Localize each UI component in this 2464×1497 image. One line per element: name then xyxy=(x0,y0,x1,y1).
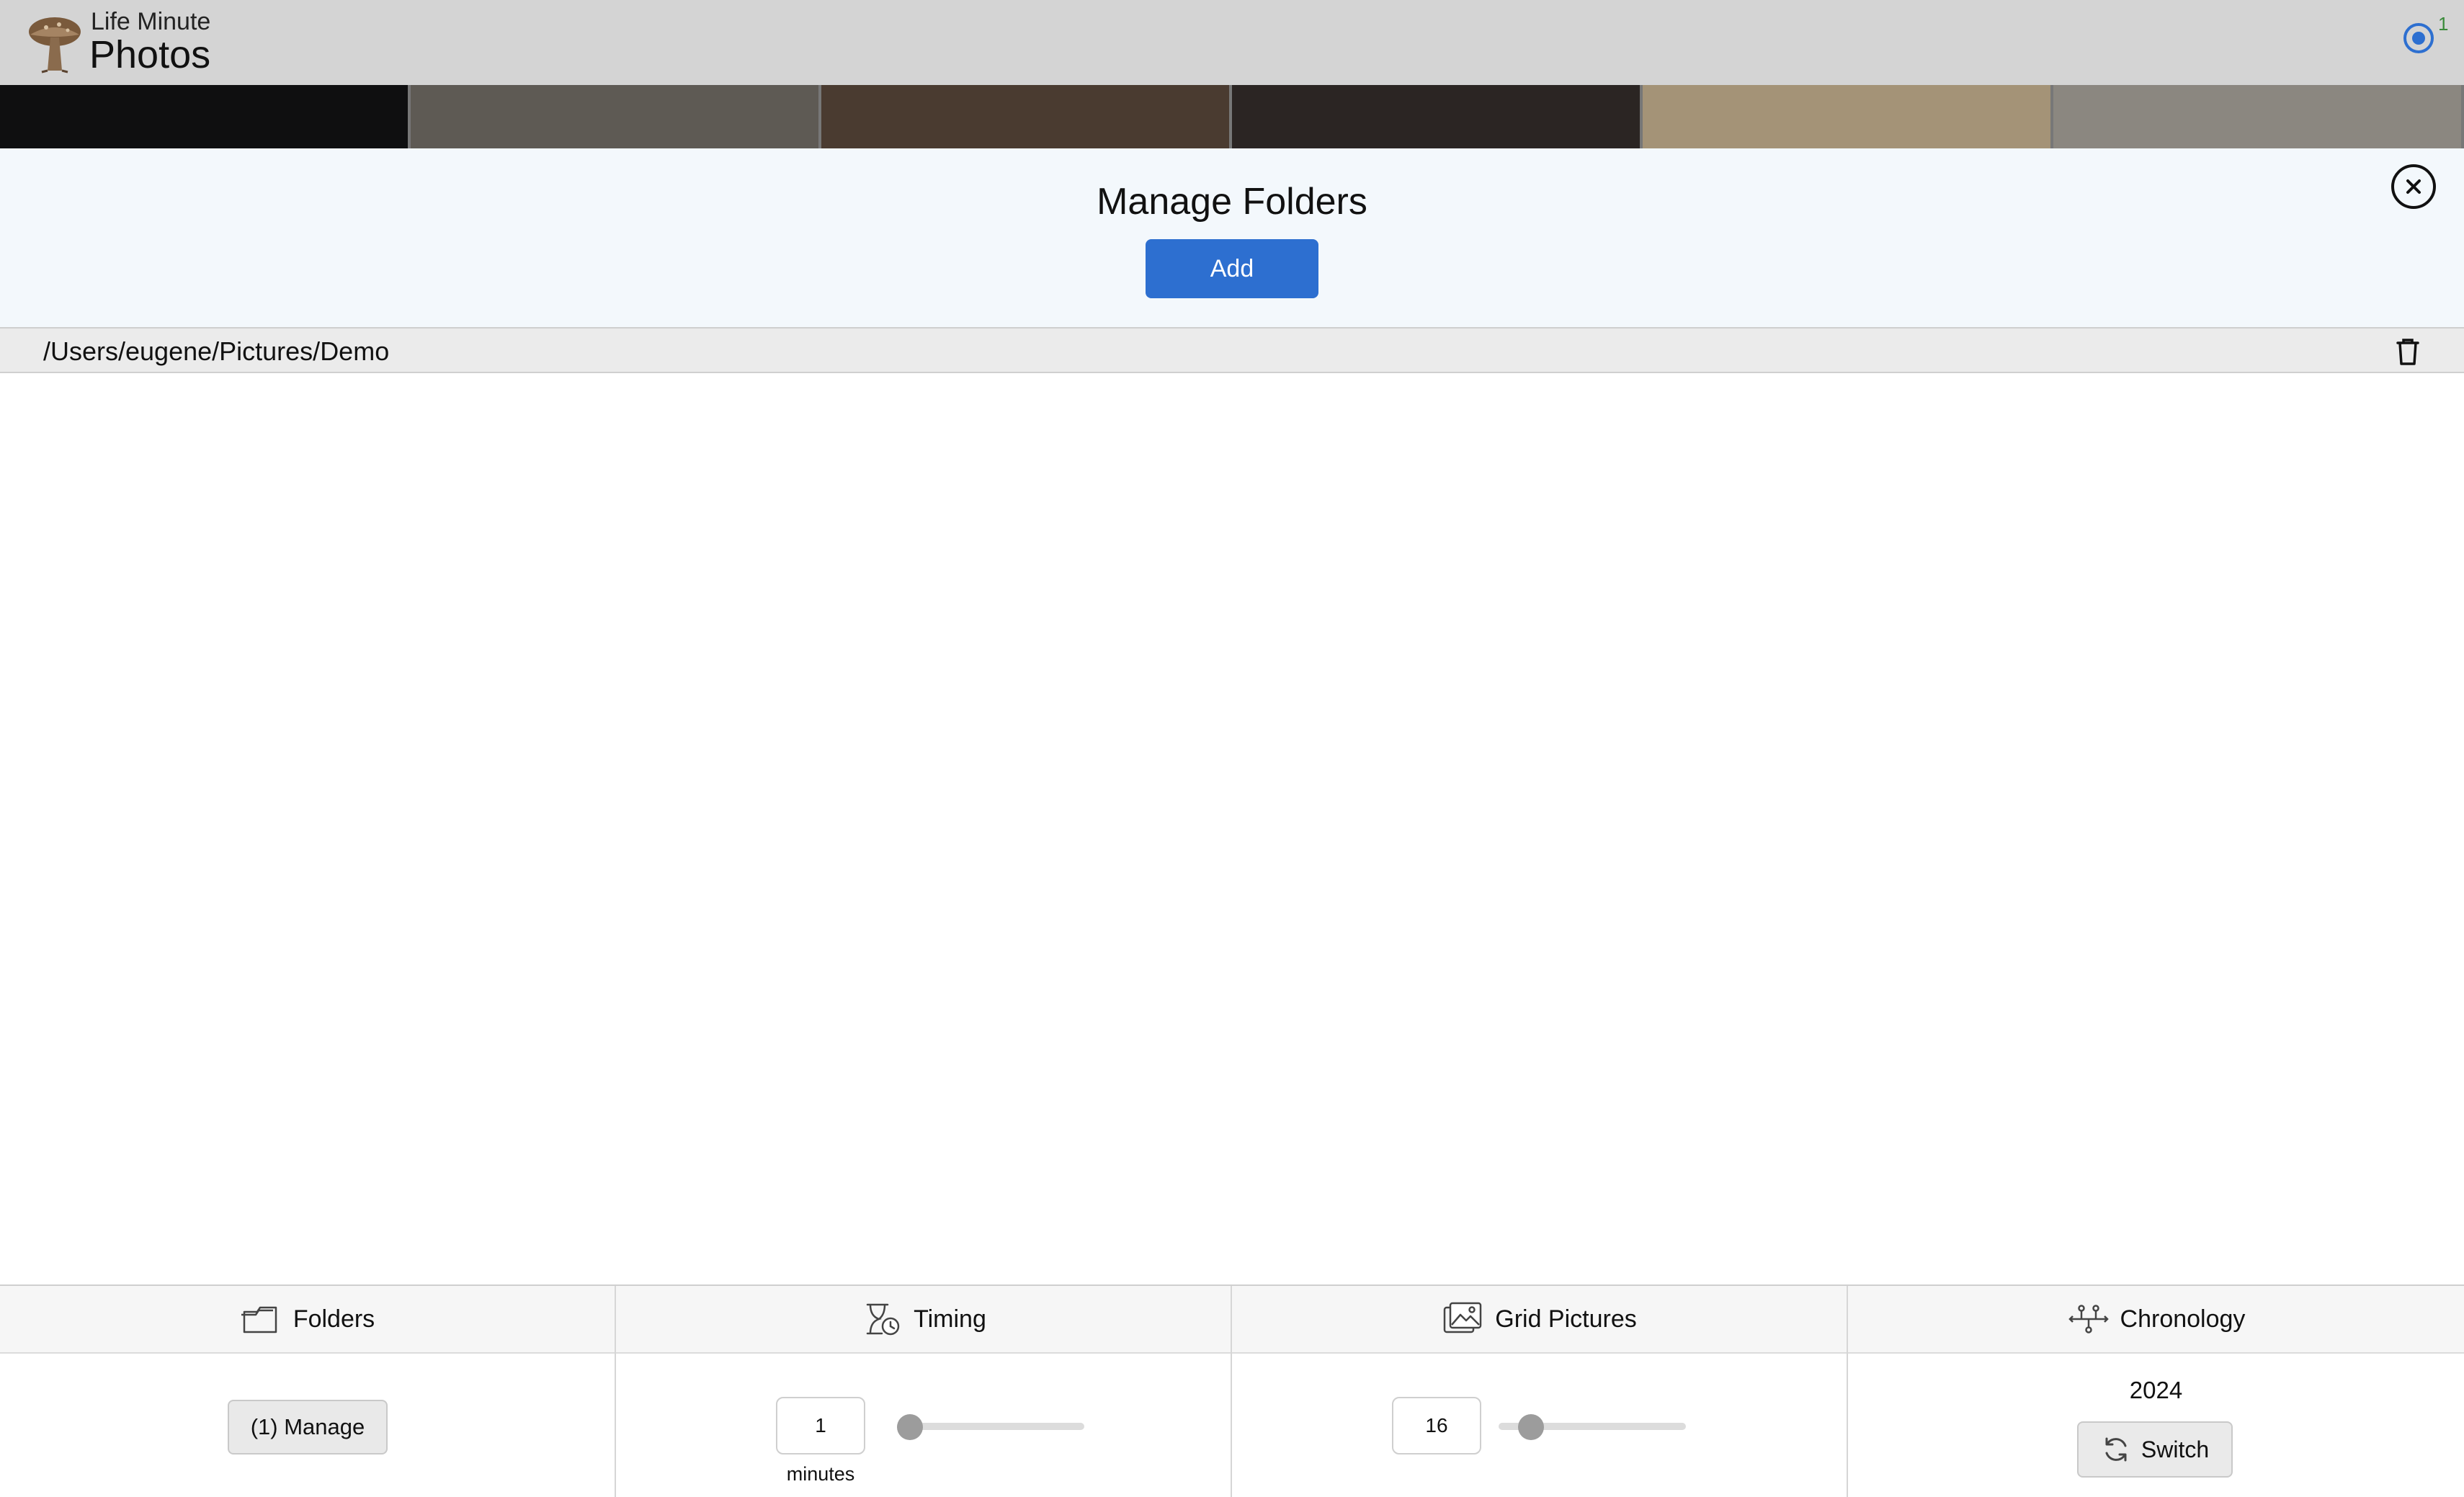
chronology-section: Chronology 2024 Switch xyxy=(1848,1286,2464,1497)
brand-title: Photos xyxy=(89,33,211,76)
folders-header: Folders xyxy=(0,1286,615,1354)
thumbnail-strip xyxy=(0,85,2464,148)
timeline-icon xyxy=(2068,1305,2109,1333)
hourglass-clock-icon xyxy=(866,1303,900,1336)
grid-pictures-slider-handle[interactable] xyxy=(1517,1414,1544,1440)
add-folder-button[interactable]: Add xyxy=(1146,239,1318,298)
folder-icon xyxy=(241,1306,277,1333)
folders-section: Folders (1) Manage xyxy=(0,1286,616,1497)
status-indicator-icon[interactable] xyxy=(2402,22,2435,55)
grid-pictures-value-input[interactable]: 16 xyxy=(1392,1397,1481,1454)
close-icon xyxy=(2406,179,2421,194)
chronology-header: Chronology xyxy=(1848,1286,2464,1354)
manage-folders-button[interactable]: (1) Manage xyxy=(228,1400,388,1454)
thumbnail-photo-dark-board xyxy=(1232,85,1640,148)
timing-slider-handle[interactable] xyxy=(897,1414,923,1440)
folder-list-row: /Users/eugene/Pictures/Demo xyxy=(0,327,2464,373)
thumbnail-photo-kitchen-bottles xyxy=(2053,85,2461,148)
mushroom-logo-icon xyxy=(29,17,81,73)
switch-button[interactable]: Switch xyxy=(2077,1421,2233,1478)
page-title: Manage Folders xyxy=(1097,181,1367,223)
grid-pictures-section: Grid Pictures 16 xyxy=(1232,1286,1848,1497)
manage-folders-panel: Manage Folders Add xyxy=(0,148,2464,327)
brand-subtitle: Life Minute xyxy=(91,8,211,35)
timing-title: Timing xyxy=(914,1305,986,1333)
refresh-icon xyxy=(2105,1437,2127,1462)
grid-pictures-slider[interactable] xyxy=(1499,1414,1686,1440)
close-button[interactable] xyxy=(2391,164,2436,209)
folders-title: Folders xyxy=(293,1305,375,1333)
thumbnail-photo-street-winter xyxy=(411,85,818,148)
notification-count: 1 xyxy=(2438,13,2449,35)
switch-label: Switch xyxy=(2141,1436,2210,1462)
image-gallery-icon xyxy=(1444,1302,1482,1333)
thumbnail-photo-floral-wall xyxy=(1643,85,2050,148)
grid-pictures-title: Grid Pictures xyxy=(1495,1305,1637,1333)
folder-path: /Users/eugene/Pictures/Demo xyxy=(43,336,390,366)
app-header: Life Minute Photos 1 xyxy=(0,0,2464,85)
timing-section: Timing 1 minutes xyxy=(616,1286,1232,1497)
thumbnail-photo-lens-dark xyxy=(0,85,408,148)
timing-value-input[interactable]: 1 xyxy=(776,1397,865,1454)
thumbnail-photo-ceiling-room xyxy=(821,85,1229,148)
chronology-title: Chronology xyxy=(2120,1305,2246,1333)
trash-icon[interactable] xyxy=(2392,336,2424,367)
timing-header: Timing xyxy=(616,1286,1231,1354)
bottom-controls: Folders (1) Manage Timing 1 minutes Grid… xyxy=(0,1284,2464,1497)
timing-slider[interactable] xyxy=(897,1414,1084,1440)
grid-pictures-header: Grid Pictures xyxy=(1232,1286,1847,1354)
chronology-year: 2024 xyxy=(2129,1377,2183,1403)
timing-unit-label: minutes xyxy=(786,1463,855,1485)
